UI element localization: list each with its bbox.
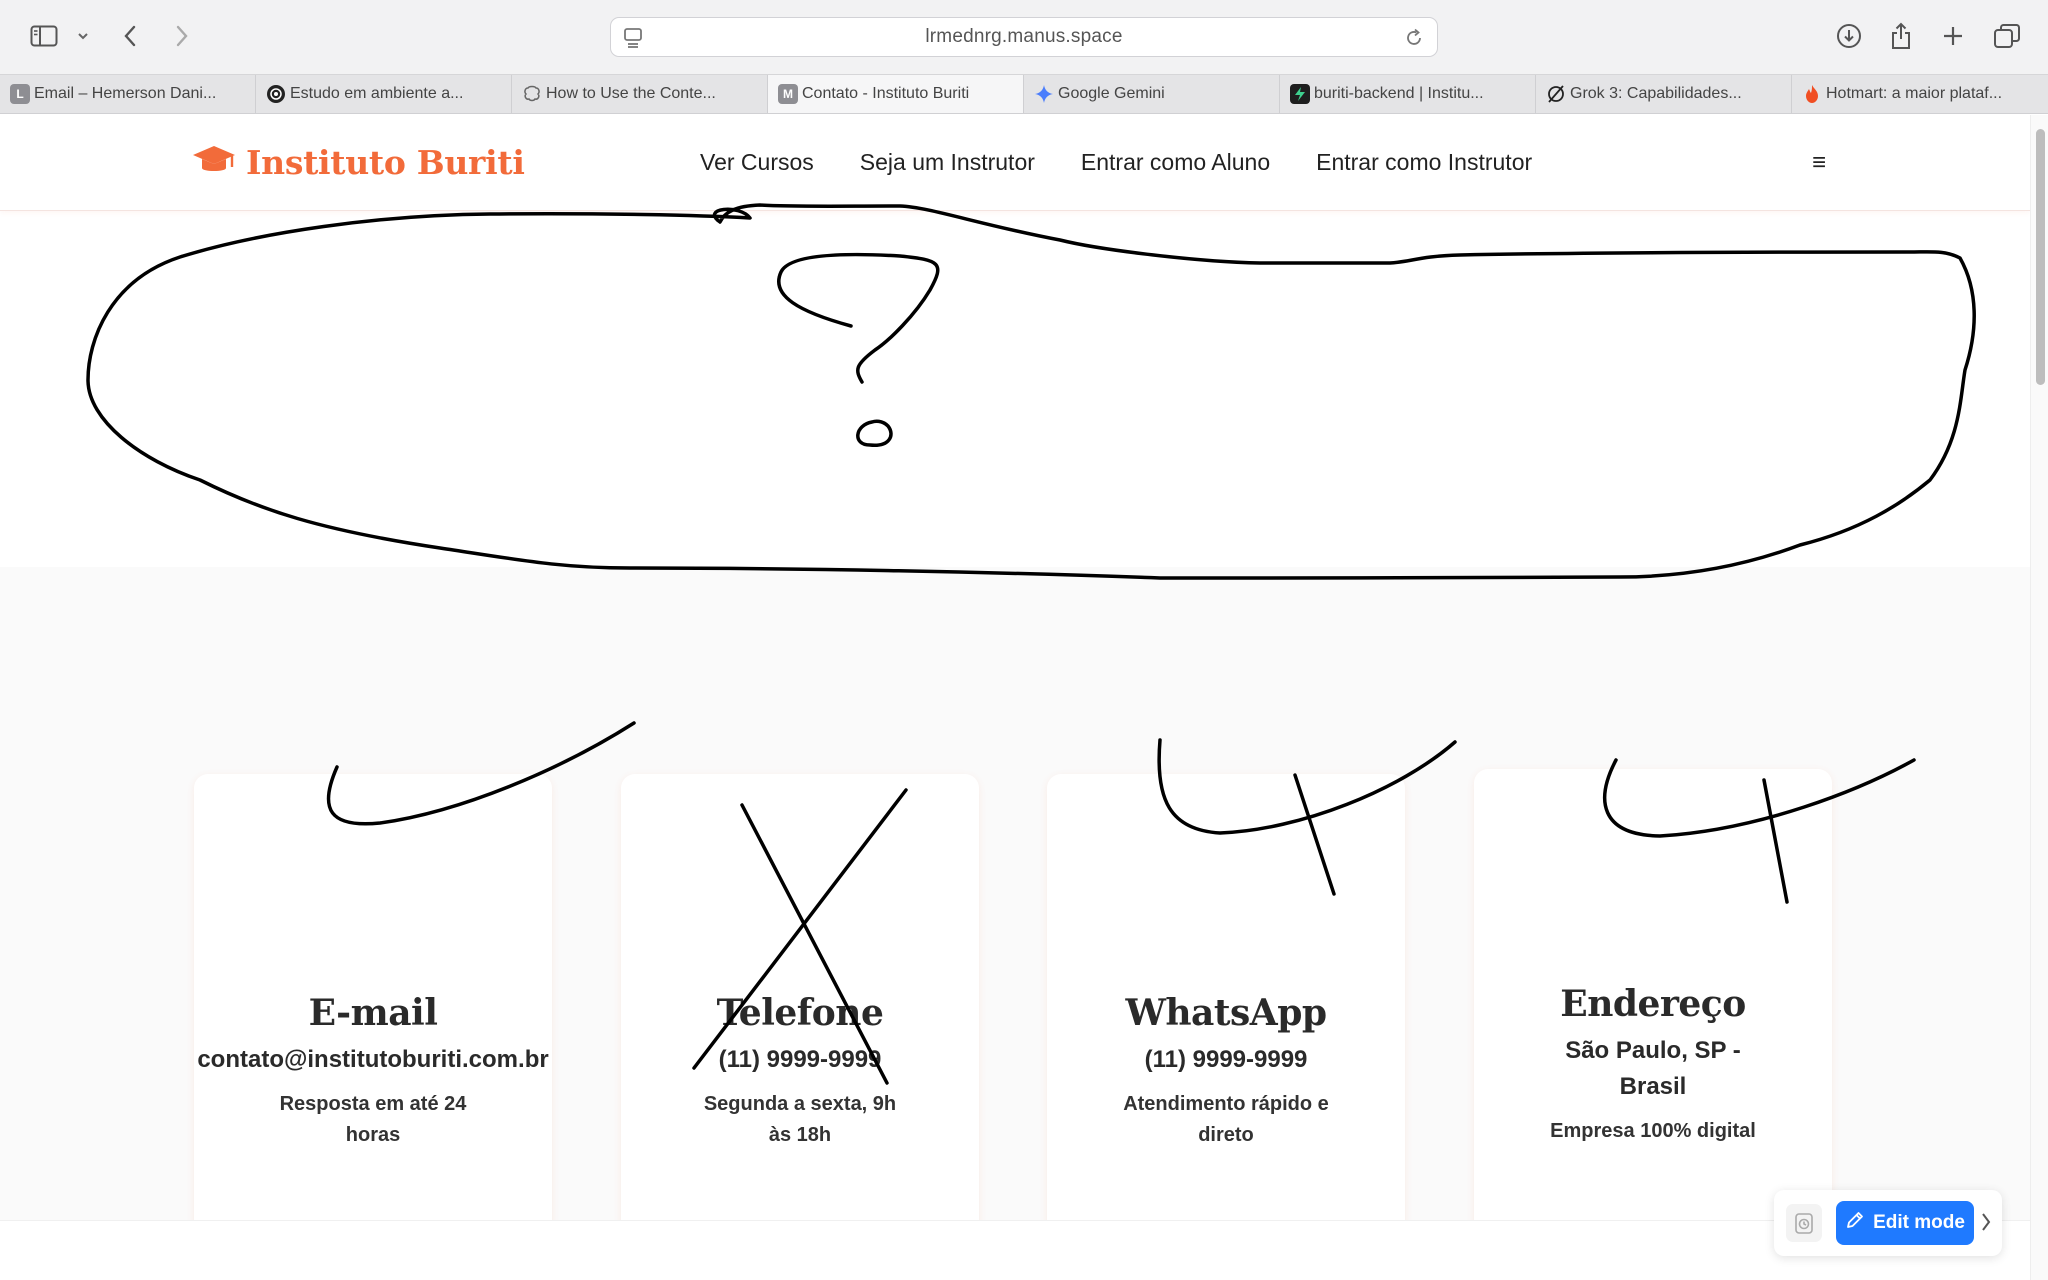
- card-value: São Paulo, SP -: [1565, 1037, 1741, 1064]
- tab-favicon-l: L: [10, 84, 30, 104]
- history-icon[interactable]: [1786, 1204, 1822, 1242]
- tab-email[interactable]: L Email – Hemerson Dani...: [0, 75, 256, 113]
- card-note: Resposta em até 24: [279, 1093, 467, 1115]
- card-title: Telefone: [716, 992, 884, 1034]
- chevron-down-icon[interactable]: [74, 18, 92, 54]
- site-logo[interactable]: Instituto Buriti: [192, 143, 525, 182]
- tab-bar: L Email – Hemerson Dani... Estudo em amb…: [0, 74, 2048, 114]
- card-value: (11) 9999-9999: [1144, 1046, 1308, 1073]
- card-note: Segunda a sexta, 9h: [703, 1093, 897, 1115]
- card-value: Brasil: [1619, 1073, 1687, 1100]
- scroll-thumb[interactable]: [2036, 129, 2045, 385]
- tab-label: Google Gemini: [1058, 85, 1165, 102]
- tab-favicon-m: M: [778, 84, 798, 104]
- site-header: Instituto Buriti Ver Cursos Seja um Inst…: [0, 115, 2030, 211]
- edit-mode-label: Edit mode: [1873, 1212, 1965, 1233]
- tab-contato[interactable]: M Contato - Instituto Buriti: [768, 75, 1024, 113]
- brain-icon: [522, 84, 542, 104]
- tab-label: Estudo em ambiente a...: [290, 85, 464, 102]
- nav-entrar-instrutor[interactable]: Entrar como Instrutor: [1316, 149, 1532, 176]
- edit-widget: Edit mode: [1774, 1190, 2002, 1256]
- card-note: Atendimento rápido e: [1123, 1093, 1329, 1115]
- page-content: E-mail contato@institutoburiti.com.br Re…: [0, 115, 2030, 1280]
- card-note: às 18h: [768, 1124, 832, 1146]
- card-note: direto: [1198, 1124, 1254, 1146]
- page-settings-icon[interactable]: [623, 27, 643, 54]
- url-text[interactable]: lrmednrg.manus.space: [925, 26, 1122, 48]
- page-scrollbar[interactable]: [2030, 115, 2048, 1280]
- openai-icon: [266, 84, 286, 104]
- card-value: contato@institutoburiti.com.br: [197, 1046, 549, 1073]
- nav-entrar-aluno[interactable]: Entrar como Aluno: [1081, 149, 1270, 176]
- tab-how-to-use[interactable]: How to Use the Conte...: [512, 75, 768, 113]
- card-note: Empresa 100% digital: [1550, 1120, 1756, 1142]
- nav-ver-cursos[interactable]: Ver Cursos: [700, 149, 814, 176]
- brand-name: Instituto Buriti: [246, 143, 525, 182]
- tab-label: Email – Hemerson Dani...: [34, 85, 217, 102]
- tab-grok[interactable]: Grok 3: Capabilidades...: [1536, 75, 1792, 113]
- nav-seja-instrutor[interactable]: Seja um Instrutor: [860, 149, 1035, 176]
- flame-icon: [1802, 84, 1822, 104]
- share-icon[interactable]: [1888, 18, 1914, 54]
- graduation-cap-icon: [192, 143, 236, 182]
- gemini-icon: [1034, 84, 1054, 104]
- grok-icon: [1546, 84, 1566, 104]
- contact-cards-section: E-mail contato@institutoburiti.com.br Re…: [0, 567, 2030, 1244]
- tab-buriti-backend[interactable]: buriti-backend | Institu...: [1280, 75, 1536, 113]
- footer-start: [0, 1220, 2030, 1280]
- tab-label: Grok 3: Capabilidades...: [1570, 85, 1742, 102]
- new-tab-icon[interactable]: [1940, 18, 1966, 54]
- tab-label: How to Use the Conte...: [546, 85, 716, 102]
- pencil-icon: [1845, 1210, 1865, 1236]
- edit-mode-button[interactable]: Edit mode: [1836, 1201, 1974, 1245]
- card-note: horas: [345, 1124, 401, 1146]
- card-title: WhatsApp: [1125, 992, 1327, 1034]
- main-nav: Ver Cursos Seja um Instrutor Entrar como…: [700, 149, 1578, 176]
- tab-hotmart[interactable]: Hotmart: a maior plataf...: [1792, 75, 2048, 113]
- download-icon[interactable]: [1834, 18, 1864, 54]
- forward-icon[interactable]: [170, 18, 194, 54]
- tab-overview-icon[interactable]: [1992, 18, 2022, 54]
- contact-card-telefone: Telefone (11) 9999-9999 Segunda a sexta,…: [621, 774, 979, 1244]
- hamburger-menu-icon[interactable]: ≡: [1812, 149, 1826, 177]
- card-title: E-mail: [308, 992, 438, 1034]
- card-title: Endereço: [1560, 983, 1746, 1025]
- tab-label: Hotmart: a maior plataf...: [1826, 85, 2003, 102]
- browser-toolbar: lrmednrg.manus.space: [0, 0, 2048, 74]
- contact-card-whatsapp: WhatsApp (11) 9999-9999 Atendimento rápi…: [1047, 774, 1405, 1244]
- tab-label: Contato - Instituto Buriti: [802, 85, 970, 102]
- reload-icon[interactable]: [1403, 27, 1425, 54]
- tab-label: buriti-backend | Institu...: [1314, 85, 1484, 102]
- contact-card-endereco: Endereço São Paulo, SP - Brasil Empresa …: [1474, 769, 1832, 1237]
- address-bar[interactable]: lrmednrg.manus.space: [610, 17, 1438, 57]
- back-icon[interactable]: [118, 18, 142, 54]
- contact-card-email: E-mail contato@institutoburiti.com.br Re…: [194, 774, 552, 1244]
- tab-gemini[interactable]: Google Gemini: [1024, 75, 1280, 113]
- chevron-right-icon[interactable]: [1980, 1211, 1992, 1238]
- card-value: (11) 9999-9999: [718, 1046, 882, 1073]
- tab-estudo[interactable]: Estudo em ambiente a...: [256, 75, 512, 113]
- sidebar-toggle-icon[interactable]: [28, 18, 60, 54]
- bolt-icon: [1290, 84, 1310, 104]
